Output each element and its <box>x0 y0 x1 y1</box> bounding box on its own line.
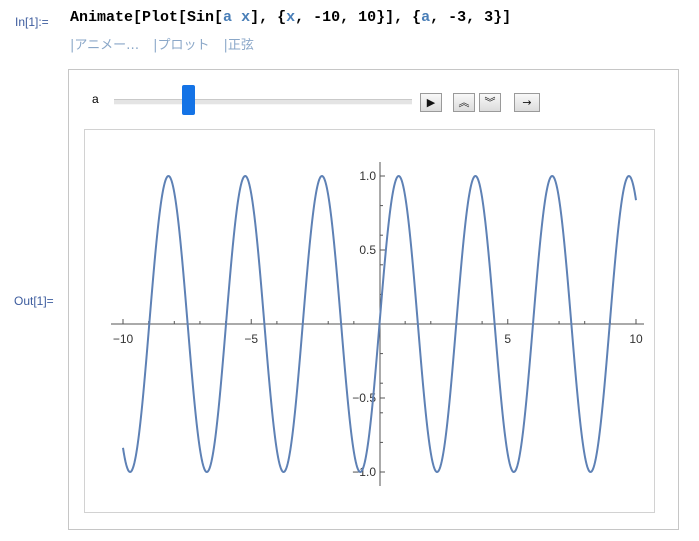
hint-item[interactable]: |プロット <box>153 38 209 53</box>
code-token: ], { <box>250 9 287 26</box>
right-arrow-icon: → <box>522 96 532 109</box>
code-token: Animate[Plot[Sin[ <box>70 9 224 26</box>
play-button[interactable]: ▶ <box>420 93 442 112</box>
sine-plot: −10 −5 5 10−1.0−0.50.51.0 <box>111 162 644 486</box>
play-icon: ▶ <box>426 96 436 109</box>
double-chevron-up-icon: ︽ <box>458 96 470 109</box>
input-cell-label: In[1]:= <box>15 15 49 29</box>
code-token: , -3, 3}] <box>430 9 512 26</box>
y-tick-label: 0.5 <box>359 243 376 257</box>
hint-item[interactable]: |正弦 <box>224 38 254 53</box>
code-token: , -10, 10}], { <box>295 9 422 26</box>
x-tick-label: −10 <box>113 332 134 346</box>
code-variable: a <box>421 9 431 26</box>
y-tick-label: 1.0 <box>359 169 376 183</box>
code-variable: a <box>223 9 233 26</box>
animation-slider-track[interactable] <box>114 99 412 105</box>
double-chevron-down-icon: ︾ <box>484 96 496 109</box>
hint-item[interactable]: |アニメー… <box>70 38 139 53</box>
x-tick-label: −5 <box>244 332 258 346</box>
faster-button[interactable]: ︽ <box>453 93 475 112</box>
plot-frame: −10 −5 5 10 −1.0 −0.5 0.5 1.0 <box>84 129 655 513</box>
slider-variable-label: a <box>92 92 99 106</box>
animation-slider-thumb[interactable] <box>182 85 196 115</box>
output-cell-label: Out[1]= <box>14 294 54 308</box>
code-variable: x <box>286 9 296 26</box>
code-variable: x <box>241 9 251 26</box>
x-tick-label: 10 <box>629 332 643 346</box>
suggestion-hints: |アニメー… |プロット |正弦 <box>70 34 268 53</box>
direction-button[interactable]: → <box>514 93 540 112</box>
x-tick-label: 5 <box>504 332 511 346</box>
slower-button[interactable]: ︾ <box>479 93 501 112</box>
input-code[interactable]: Animate[Plot[Sin[a x], {x, -10, 10}], {a… <box>70 9 511 26</box>
